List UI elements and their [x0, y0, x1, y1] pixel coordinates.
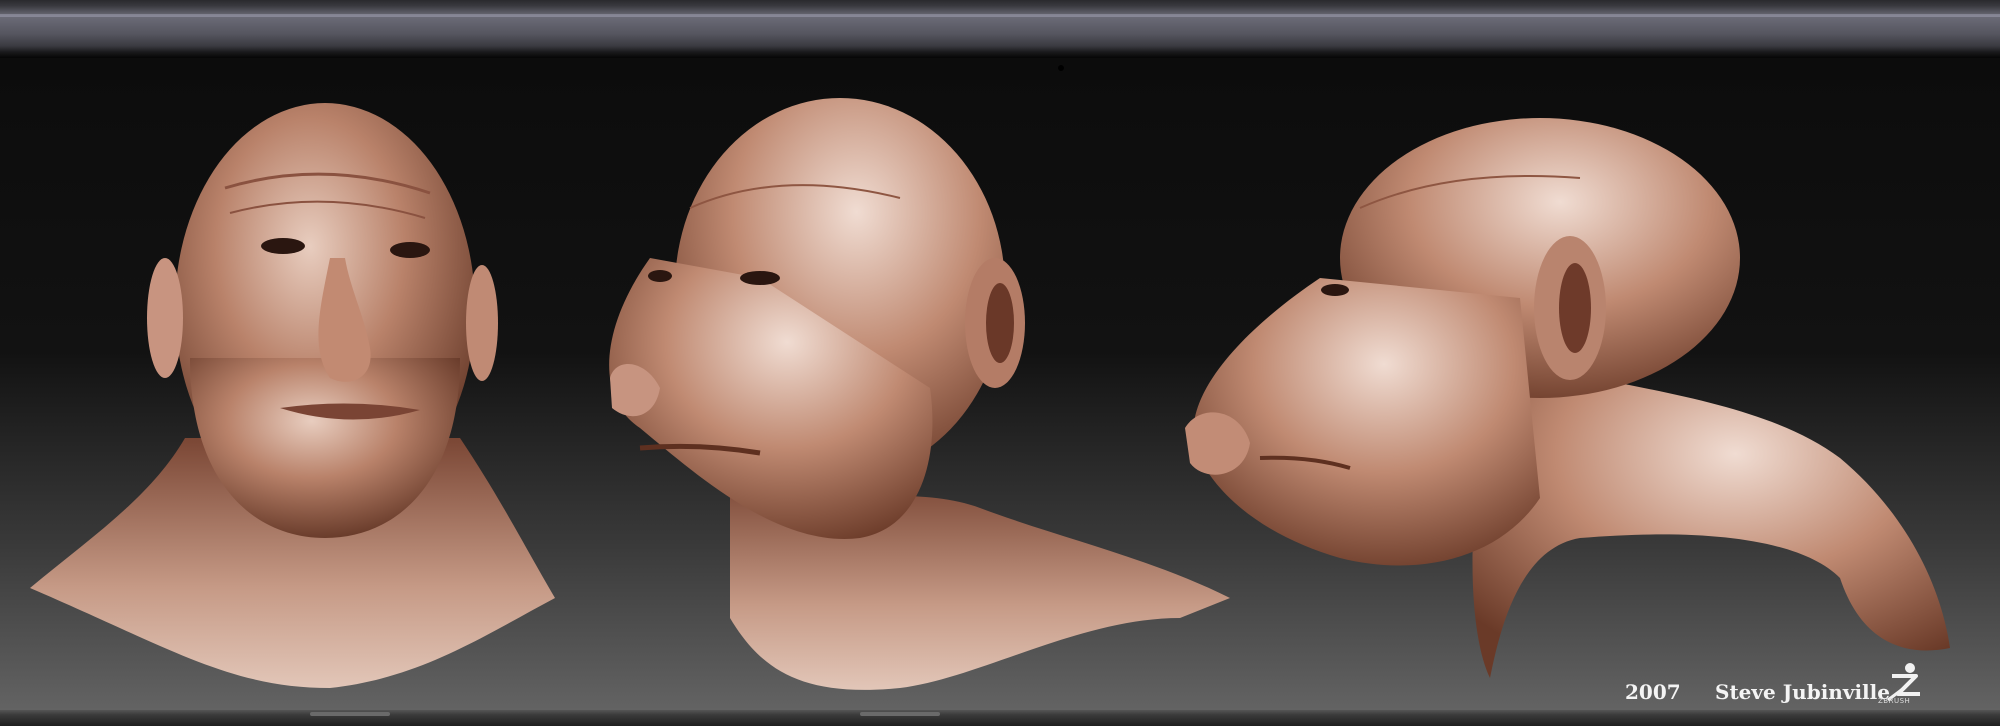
- logo-text: ZBRUSH: [1878, 697, 1911, 705]
- canvas-viewport[interactable]: [0, 58, 2000, 710]
- caption-year: 2007: [1625, 680, 1681, 704]
- top-toolbar: [0, 0, 2000, 58]
- caption-artist: Steve Jubinville: [1715, 680, 1890, 704]
- three-quarter-view: [609, 98, 1230, 690]
- front-view: [30, 103, 555, 688]
- side-profile-view: [1185, 118, 1950, 678]
- scroll-handle-center[interactable]: [860, 712, 940, 716]
- toolbar-highlight: [0, 14, 2000, 17]
- sculpt-render: [30, 98, 1950, 690]
- scroll-handle-left[interactable]: [310, 712, 390, 716]
- cursor-marker: [1058, 65, 1064, 71]
- bottom-toolbar: [0, 710, 2000, 726]
